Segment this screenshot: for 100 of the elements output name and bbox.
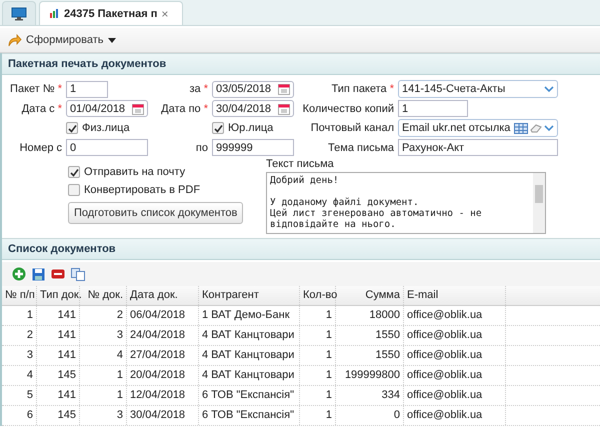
table-cell: 1550 [336,346,404,365]
checkbox[interactable] [212,122,224,134]
table-cell: 2 [80,306,127,325]
caret-icon [108,38,116,42]
field-label: Тема письма [327,142,394,154]
table-cell: 3 [80,406,127,425]
table-cell: 4 ВАТ Канцтовари [199,326,300,345]
home-tab[interactable] [2,1,36,25]
panel-title: Пакетная печать документов [2,53,600,75]
prepare-list-button[interactable]: Подготовить список документов [68,202,244,224]
field-label: Почтовый канал [310,122,394,134]
field-label: Количество копий [302,102,394,114]
table-cell: office@oblik.ua [404,346,506,365]
field-label: Дата по * [160,102,208,114]
column-header[interactable]: Сумма [336,286,404,305]
column-header[interactable]: Кол-во [300,286,336,305]
table-cell: 6 ТОВ "Експансія" [199,406,300,425]
column-header[interactable]: № п/п [2,286,37,305]
table-cell: 6 [2,406,37,425]
table-cell: 1 [300,386,336,405]
checkbox-option[interactable]: Конвертировать в PDF [68,184,266,196]
table-cell: 27/04/2018 [127,346,199,365]
table-cell: 4 [2,366,37,385]
calendar-icon [132,102,144,114]
grid-icon [514,122,528,134]
field-label: Тип пакета * [330,83,394,95]
checkbox[interactable] [66,122,78,134]
table-cell: office@oblik.ua [404,386,506,405]
table-cell: 12/04/2018 [127,386,199,405]
table-cell: 3 [80,326,127,345]
date-field[interactable]: 30/04/2018 [212,100,294,117]
date-field[interactable]: 03/05/2018 [212,80,294,98]
column-header[interactable]: Дата док. [127,286,199,305]
field-label: Пакет № * [9,83,62,95]
table-cell: 4 ВАТ Канцтовари [199,346,300,365]
table-cell: 2 [2,326,37,345]
chevron-down-icon [544,124,554,132]
table-cell: 4 [80,346,127,365]
table-cell: 1 [80,366,127,385]
column-header[interactable]: Тип док. [37,286,80,305]
table-cell: 6 ТОВ "Експансія" [199,386,300,405]
close-icon[interactable]: × [161,6,168,20]
table-cell: 1 ВАТ Демо-Банк [199,306,300,325]
mail-channel-dropdown[interactable]: Email ukr.net отсылка [398,119,558,137]
number-from-field[interactable]: 0 [66,139,148,156]
field-label: за * [188,83,208,95]
table-cell: office@oblik.ua [404,406,506,425]
table-cell: 30/04/2018 [127,406,199,425]
table-cell: 1 [300,406,336,425]
arrow-icon [8,34,22,46]
column-header[interactable]: Контрагент [199,286,300,305]
calendar-icon [278,102,290,114]
checkbox-option[interactable]: Юр.лица [212,122,294,134]
save-icon[interactable] [32,268,45,280]
table-cell: 0 [336,406,404,425]
column-header[interactable]: E-mail [404,286,506,305]
subject-field[interactable]: Рахунок-Акт [398,139,558,156]
remove-icon[interactable] [51,269,65,279]
bar-chart-icon [50,9,60,18]
table-cell: 145 [37,366,80,385]
table-cell: office@oblik.ua [404,306,506,325]
checkbox[interactable] [68,166,80,178]
package-number-field[interactable]: 1 [66,80,108,98]
copies-field[interactable]: 1 [398,100,468,117]
checkbox-option[interactable]: Физ.лица [66,122,148,134]
table-cell: 1 [300,366,336,385]
generate-button[interactable]: Сформировать [4,32,120,48]
table-cell: 24/04/2018 [127,326,199,345]
column-header[interactable]: № док. [80,286,127,305]
field-label: Номер с [18,142,62,154]
table-cell: 1550 [336,326,404,345]
chevron-down-icon [544,86,554,92]
field-label: по [194,142,208,154]
table-cell: 1 [300,326,336,345]
table-cell: 1 [80,386,127,405]
table-cell: office@oblik.ua [404,366,506,385]
calendar-icon [278,83,290,95]
table-cell: 141 [37,346,80,365]
table-cell: 145 [37,406,80,425]
table-cell: 141 [37,306,80,325]
add-icon[interactable] [12,267,26,281]
table-cell: 3 [2,346,37,365]
table-cell: 20/04/2018 [127,366,199,385]
copy-icon[interactable] [71,268,85,280]
document-tab[interactable]: 24375 Пакетная п × [39,1,183,25]
checkbox-option[interactable]: Отправить на почту [68,166,266,178]
package-type-dropdown[interactable]: 141-145-Счета-Акты [398,80,558,98]
date-field[interactable]: 01/04/2018 [66,100,148,117]
table-cell: 1 [300,306,336,325]
panel-title: Список документов [2,238,600,260]
table-cell: 141 [37,386,80,405]
table-cell: 1 [2,306,37,325]
table-cell: 334 [336,386,404,405]
number-to-field[interactable]: 999999 [212,139,294,156]
table-cell: office@oblik.ua [404,326,506,345]
table-cell: 18000 [336,306,404,325]
table-cell: 199999800 [336,366,404,385]
field-label: Текст письма [266,158,335,170]
checkbox[interactable] [68,184,80,196]
eraser-icon [530,124,542,132]
